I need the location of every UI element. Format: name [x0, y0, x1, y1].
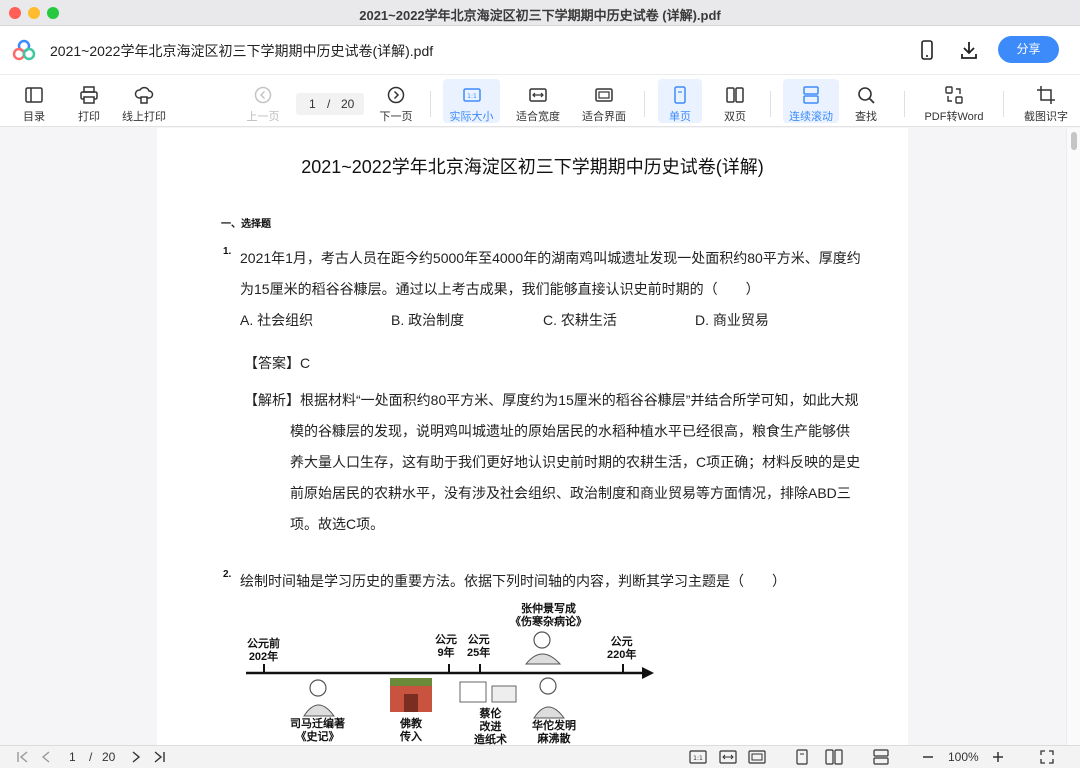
svg-text:1:1: 1:1	[693, 755, 703, 762]
prev-page-button[interactable]: 上一页	[243, 79, 283, 123]
print-button[interactable]: 打印	[69, 79, 109, 123]
document-viewport[interactable]: 2021~2022学年北京海淀区初三下学期期中历史试卷(详解) 一、选择题 1.…	[0, 128, 1080, 745]
zoom-in-icon[interactable]	[991, 749, 1005, 765]
timeline-label: 公元前 202年	[247, 638, 280, 663]
bottom-page-sep: /	[89, 750, 93, 764]
actual-size-small-icon[interactable]: 1:1	[689, 749, 707, 765]
toolbar-divider	[644, 91, 645, 117]
scrollbar-thumb[interactable]	[1071, 132, 1077, 150]
app-header: 2021~2022学年北京海淀区初三下学期期中历史试卷(详解).pdf 分享	[0, 26, 1080, 74]
question-text: 2021年1月，考古人员在距今约5000年至4000年的湖南鸡叫城遗址发现一处面…	[240, 250, 861, 266]
sima-qian-illustration	[303, 679, 335, 717]
timeline-label: 华佗发明 麻沸散	[532, 720, 576, 745]
timeline-label: 公元 25年	[467, 634, 491, 659]
screenshot-ocr-button[interactable]: 截图识字	[1018, 79, 1074, 123]
bottom-total-pages: 20	[102, 750, 116, 764]
question-text: 为15厘米的稻谷谷糠层。通过以上考古成果，我们能够直接认识史前时期的（ ）	[240, 281, 760, 297]
question-number: 2.	[223, 569, 232, 580]
timeline-label: 司马迁编著 《史记》	[290, 718, 345, 743]
prev-page-icon[interactable]	[40, 749, 52, 765]
timeline-label: 张仲景写成 《伤寒杂病论》	[510, 603, 587, 628]
window-title: 2021~2022学年北京海淀区初三下学期期中历史试卷 (详解).pdf	[359, 8, 721, 23]
find-button[interactable]: 查找	[848, 79, 884, 123]
continuous-scroll-icon	[803, 86, 819, 104]
timeline-label: 蔡伦 改进 造纸术	[474, 708, 507, 745]
page-heading: 2021~2022学年北京海淀区初三下学期期中历史试卷(详解)	[301, 157, 764, 177]
vertical-scrollbar[interactable]	[1066, 128, 1080, 745]
pdf-convert-icon	[945, 86, 963, 104]
toc-button[interactable]: 目录	[14, 79, 54, 123]
question-text: 绘制时间轴是学习历史的重要方法。依据下列时间轴的内容，判断其学习主题是（ ）	[240, 573, 786, 589]
zhang-zhongjing-illustration	[524, 631, 562, 665]
double-page-small-icon[interactable]	[825, 749, 843, 765]
next-page-icon[interactable]	[130, 749, 142, 765]
fit-window-small-icon[interactable]	[748, 749, 766, 765]
explanation-text: 养大量人口生存，这有助于我们更好地认识史前时期的农耕生活，C项正确；材料反映的是…	[290, 454, 861, 470]
chevron-left-circle-icon	[254, 86, 272, 104]
svg-text:1:1: 1:1	[467, 93, 477, 100]
search-icon	[858, 87, 875, 104]
toolbar-divider	[430, 91, 431, 117]
timeline-figure: 公元前 202年 公元 9年 公元 25年 张仲景写成 《伤寒杂病论》 公元 220年 司…	[242, 598, 662, 745]
share-button[interactable]: 分享	[998, 36, 1059, 63]
actual-size-button[interactable]: 1:1 实际大小	[443, 79, 500, 123]
chevron-right-circle-icon	[387, 86, 405, 104]
crop-icon	[1037, 86, 1055, 104]
fit-width-icon	[529, 88, 547, 102]
option-b: B. 政治制度	[391, 312, 465, 328]
document-title: 2021~2022学年北京海淀区初三下学期期中历史试卷(详解).pdf	[50, 43, 434, 59]
explanation-text: 模的谷糠层的发现，说明鸡叫城遗址的原始居民的水稻种植水平已经很高，粮食生产能够供	[290, 423, 850, 439]
title-bar: 2021~2022学年北京海淀区初三下学期期中历史试卷 (详解).pdf	[0, 0, 1080, 26]
mobile-phone-icon[interactable]	[916, 39, 938, 61]
printer-icon	[80, 86, 98, 104]
pdf-to-word-button[interactable]: PDF转Word	[918, 79, 990, 123]
fullscreen-icon[interactable]	[1039, 749, 1055, 765]
timeline-label: 佛教 传入	[400, 718, 422, 743]
single-page-button[interactable]: 单页	[658, 79, 702, 123]
toolbar-divider	[1003, 91, 1004, 117]
fit-width-button[interactable]: 适合宽度	[510, 79, 566, 123]
option-a: A. 社会组织	[240, 312, 314, 328]
cloud-print-icon	[134, 86, 154, 104]
option-c: C. 农耕生活	[543, 312, 617, 328]
bottom-current-page[interactable]: 1	[69, 750, 76, 764]
first-page-icon[interactable]	[16, 749, 30, 765]
actual-size-icon: 1:1	[462, 88, 481, 102]
timeline-label: 公元 220年	[607, 636, 637, 661]
fit-width-small-icon[interactable]	[719, 749, 737, 765]
status-bar: 1 / 20 1:1 100%	[0, 745, 1080, 768]
next-page-button[interactable]: 下一页	[376, 79, 416, 123]
toolbar: 目录 打印 线上打印 上一页 1 / 20 下一页 1:1 实际大小 适合宽度 …	[0, 74, 1080, 127]
last-page-icon[interactable]	[152, 749, 166, 765]
online-print-button[interactable]: 线上打印	[118, 79, 170, 123]
download-icon[interactable]	[958, 39, 980, 61]
fit-window-button[interactable]: 适合界面	[576, 79, 632, 123]
single-page-small-icon[interactable]	[795, 749, 809, 765]
answer-text: 【答案】C	[244, 355, 311, 371]
timeline-label: 公元 9年	[435, 634, 457, 659]
app-logo-icon	[12, 39, 36, 61]
hua-tuo-illustration	[533, 677, 565, 719]
sidebar-toc-icon	[25, 87, 43, 103]
continuous-scroll-small-icon[interactable]	[872, 749, 890, 765]
page-number-input[interactable]: 1 / 20	[296, 93, 364, 115]
double-page-button[interactable]: 双页	[713, 79, 757, 123]
fit-window-icon	[595, 88, 613, 102]
single-page-icon	[674, 86, 686, 104]
zoom-out-icon[interactable]	[921, 749, 935, 765]
cai-lun-illustration	[459, 681, 517, 703]
explanation-text: 前原始居民的农耕水平，没有涉及社会组织、政治制度和商业贸易等方面情况，排除ABD…	[290, 485, 851, 501]
double-page-icon	[726, 87, 744, 103]
explanation-text: 【解析】根据材料“一处面积约80平方米、厚度约为15厘米的稻谷谷糠层”并结合所学…	[244, 392, 859, 408]
toolbar-divider	[770, 91, 771, 117]
explanation-text: 项。故选C项。	[290, 516, 385, 532]
pdf-page: 2021~2022学年北京海淀区初三下学期期中历史试卷(详解) 一、选择题 1.…	[157, 128, 908, 745]
zoom-level[interactable]: 100%	[948, 750, 979, 764]
option-d: D. 商业贸易	[695, 312, 769, 328]
continuous-scroll-button[interactable]: 连续滚动	[783, 79, 839, 123]
toolbar-divider	[904, 91, 905, 117]
section-heading: 一、选择题	[221, 219, 271, 230]
question-number: 1.	[223, 246, 232, 257]
temple-illustration	[390, 678, 432, 712]
